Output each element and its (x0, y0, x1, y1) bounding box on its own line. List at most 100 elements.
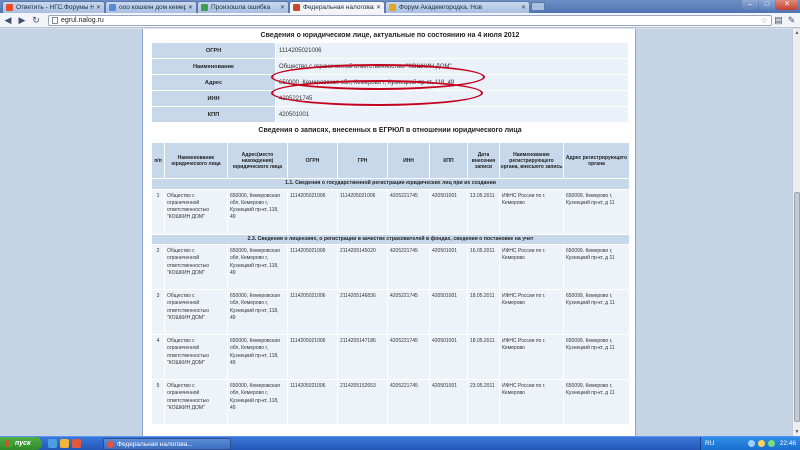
info-row: Адрес 650000, Кемеровская обл, Кемерово г… (151, 74, 629, 91)
quicklaunch-icon[interactable] (48, 439, 57, 448)
close-tab-icon[interactable]: ✕ (96, 4, 101, 11)
close-tab-icon[interactable]: ✕ (376, 4, 381, 11)
column-header: Адрес регистрирующего органа (563, 142, 630, 179)
url-text: egrul.nalog.ru (61, 17, 104, 24)
tab-1[interactable]: Ответить - НГС.Форумы Н ✕ (2, 1, 105, 13)
table-cell: 1114205021006 (337, 188, 388, 235)
column-header: ОГРН (287, 142, 338, 179)
table-cell: Общество с ограниченной ответственностью… (164, 334, 228, 381)
info-key: Адрес (151, 74, 276, 91)
table-cell: Общество с ограниченной ответственностью… (164, 289, 228, 336)
address-bar[interactable]: egrul.nalog.ru ☆ (48, 15, 772, 26)
table-cell: 650099, Кемерово г, Кузнецкий пр-кт, д 1… (563, 289, 630, 336)
browser-toolbar: ◀ ▶ ↻ egrul.nalog.ru ☆ ▤ ✎ (0, 13, 800, 28)
info-key: КПП (151, 106, 276, 123)
table-cell: ИФНС России по г. Кемерово (499, 379, 564, 426)
column-header: Адрес(место нахождения) юридического лиц… (227, 142, 288, 179)
back-arrow-icon[interactable]: ◀ (2, 14, 14, 26)
section-row: 1.1. Сведения о государственной регистра… (151, 178, 630, 190)
tab-3[interactable]: Произошла ошибка ✕ (197, 1, 289, 13)
table-cell: 4205221745 (387, 188, 430, 235)
browser-window: Ответить - НГС.Форумы Н ✕ ооо кошкин дом… (0, 0, 800, 450)
language-indicator[interactable]: RU (705, 440, 714, 447)
table-row: 2 Общество с ограниченной ответственность… (151, 244, 630, 291)
tab-title: ооо кошкин дом кемерово (119, 4, 186, 11)
section-row: 2.3. Сведения о лицензиях, о регистрации… (151, 233, 630, 246)
new-tab-button[interactable] (531, 2, 545, 11)
tab-2[interactable]: ооо кошкин дом кемерово ✕ (105, 1, 197, 13)
tray-icon[interactable] (767, 440, 775, 447)
close-window-button[interactable]: ✕ (776, 0, 798, 10)
favicon-icon (389, 4, 396, 11)
reload-icon[interactable]: ↻ (30, 14, 42, 26)
quicklaunch-icon[interactable] (72, 439, 81, 448)
table-cell: 2 (151, 244, 165, 291)
table-cell: Общество с ограниченной ответственностью… (164, 188, 228, 235)
scroll-up-icon[interactable]: ▲ (793, 30, 800, 36)
vertical-scrollbar[interactable]: ▲ ▼ (792, 29, 800, 436)
info-row: Наименование Общество с ограниченной отве… (151, 58, 629, 75)
wrench-icon[interactable]: ✎ (786, 14, 797, 26)
close-tab-icon[interactable]: ✕ (188, 4, 193, 11)
table-cell: 2114205146836 (337, 289, 388, 336)
table-cell: 18.05.2011 (467, 289, 500, 336)
table-cell: 4205221745 (387, 244, 430, 291)
info-key: ИНН (151, 90, 276, 107)
info-value: 650000, Кемеровская обл, Кемерово г, Куз… (275, 74, 629, 91)
table-cell: 16.05.2011 (467, 244, 500, 291)
scrollbar-thumb[interactable] (794, 192, 800, 422)
info-value: 1114205021006 (275, 42, 629, 59)
clock: 22:46 (779, 440, 796, 447)
table-cell: 4205221745 (387, 289, 430, 336)
toolbar-tools: ▤ ✎ (771, 14, 797, 26)
tray-icon[interactable] (747, 440, 755, 447)
bookmark-star-icon[interactable]: ☆ (761, 16, 768, 26)
column-header: КПП (429, 142, 468, 179)
table-cell: 420501001 (429, 334, 468, 381)
info-row: КПП 420501001 (151, 106, 629, 123)
browser-icon (107, 440, 114, 448)
table-cell: 2114205147186 (337, 334, 388, 381)
close-tab-icon[interactable]: ✕ (280, 4, 285, 11)
table-cell: 2114205145020 (337, 244, 388, 291)
table-cell: 4 (151, 334, 165, 381)
start-button[interactable]: пуск (0, 437, 42, 450)
tray-icon[interactable] (757, 440, 765, 447)
table-cell: 1114205021006 (287, 244, 338, 291)
table-cell: 4205221745 (387, 334, 430, 381)
table-cell: 1114205021006 (287, 379, 338, 426)
start-label: пуск (15, 440, 31, 447)
column-header: Наименование юридического лица (164, 142, 228, 179)
close-tab-icon[interactable]: ✕ (521, 4, 526, 11)
table-cell: 1114205021006 (287, 188, 338, 235)
table-row: 4 Общество с ограниченной ответственность… (151, 334, 630, 381)
table-cell: 650099, Кемерово г, Кузнецкий пр-кт, д 1… (563, 379, 630, 426)
forward-arrow-icon[interactable]: ▶ (16, 14, 28, 26)
favicon-icon (201, 4, 208, 11)
maximize-button[interactable]: □ (759, 0, 775, 10)
info-table: ОГРН 1114205021006 Наименование Общество с… (151, 42, 629, 123)
scroll-down-icon[interactable]: ▼ (793, 429, 800, 435)
page-menu-icon[interactable]: ▤ (773, 14, 784, 26)
windows-logo-icon (5, 440, 12, 447)
table-cell: Общество с ограниченной ответственностью… (164, 379, 228, 426)
table-cell: 5 (151, 379, 165, 426)
table-cell: 2114205152653 (337, 379, 388, 426)
page-content: Сведения о юридическом лице, актуальные … (142, 29, 636, 436)
records-table: п/п Наименование юридического лица Адрес(м… (151, 142, 630, 426)
minimize-button[interactable]: – (742, 0, 758, 10)
table-cell: ИФНС России по г. Кемерово (499, 334, 564, 381)
taskbar-item-browser[interactable]: Федеральная налогова... (103, 438, 231, 450)
section-title: 2.3. Сведения о лицензиях, о регистрации… (151, 233, 630, 246)
info-value: 420501001 (275, 106, 629, 123)
tab-5[interactable]: Форум Академгородка, Нов ✕ (385, 1, 530, 13)
quicklaunch-icon[interactable] (60, 439, 69, 448)
table-cell: 420501001 (429, 379, 468, 426)
tab-4-active[interactable]: Федеральная налоговая сл ✕ (289, 1, 385, 13)
taskbar-item-label: Федеральная налогова... (117, 440, 193, 448)
info-key: Наименование (151, 58, 276, 75)
window-controls: – □ ✕ (741, 0, 798, 11)
table-cell: 650000, Кемеровская обл, Кемерово г, Куз… (227, 334, 288, 381)
table-cell: 650000, Кемеровская обл, Кемерово г, Куз… (227, 379, 288, 426)
table-cell: 650000, Кемеровская обл, Кемерово г, Куз… (227, 188, 288, 235)
